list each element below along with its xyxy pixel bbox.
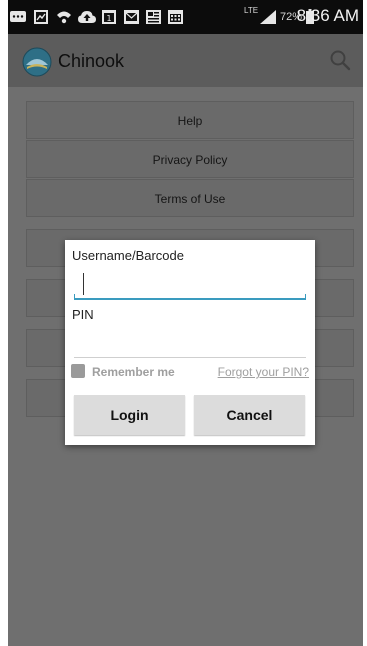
- login-button[interactable]: Login: [74, 395, 185, 435]
- pin-input[interactable]: [74, 328, 314, 354]
- wifi-icon: [57, 11, 71, 24]
- cancel-button[interactable]: Cancel: [194, 395, 305, 435]
- mail-icon: [124, 10, 139, 24]
- forgot-pin-link[interactable]: Forgot your PIN?: [218, 365, 309, 379]
- phone-screen: 1 LTE 72% 8:36 AM Chinook Help Privacy P…: [8, 0, 363, 646]
- image-icon: [34, 10, 48, 24]
- signal-icon: [260, 10, 276, 24]
- login-dialog: Username/Barcode PIN Remember me Forgot …: [65, 240, 315, 445]
- cloud-upload-icon: [78, 11, 96, 23]
- chinook-logo-icon[interactable]: [22, 47, 52, 77]
- news-icon: [146, 10, 161, 24]
- privacy-policy-button[interactable]: Privacy Policy: [26, 140, 354, 178]
- remember-me-checkbox[interactable]: [71, 364, 85, 378]
- status-bar: 1 LTE 72% 8:36 AM: [8, 0, 363, 34]
- network-type-label: LTE: [244, 6, 259, 15]
- calendar-icon: 1: [102, 10, 116, 24]
- help-button[interactable]: Help: [26, 101, 354, 139]
- app-title: Chinook: [58, 51, 125, 71]
- svg-text:1: 1: [106, 14, 111, 23]
- username-input[interactable]: [74, 270, 314, 296]
- remember-me-label[interactable]: Remember me: [92, 365, 175, 379]
- terms-of-use-button[interactable]: Terms of Use: [26, 179, 354, 217]
- text-cursor: [83, 273, 84, 295]
- clock: 8:36 AM: [296, 6, 359, 25]
- message-icon: [10, 11, 26, 22]
- username-underline: [74, 298, 306, 300]
- pin-label: PIN: [72, 307, 94, 322]
- pin-underline: [74, 357, 306, 358]
- action-bar: Chinook: [8, 34, 363, 87]
- calendar-grid-icon: [168, 10, 183, 24]
- search-icon[interactable]: [329, 49, 351, 71]
- username-label: Username/Barcode: [72, 248, 184, 263]
